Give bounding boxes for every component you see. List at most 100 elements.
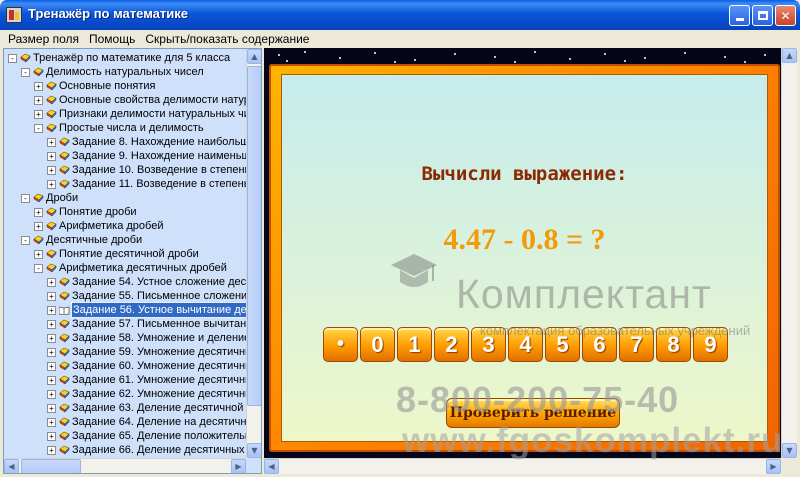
tree-item[interactable]: + Признаки делимости натуральных чисел (4, 107, 261, 121)
tree-item[interactable]: + Понятие десятичной дроби (4, 247, 247, 261)
key-digit[interactable]: 6 (582, 327, 617, 362)
check-solution-button[interactable]: Проверить решение (446, 398, 620, 428)
content-scroll-left-icon[interactable]: ◀ (264, 459, 279, 474)
tree-item[interactable]: - Простые числа и делимость (4, 121, 247, 135)
collapse-icon[interactable]: - (21, 194, 30, 203)
tree-item[interactable]: + Арифметика дробей (4, 219, 247, 233)
tree-item[interactable]: + Понятие дроби (4, 205, 247, 219)
expand-icon[interactable]: + (47, 404, 56, 413)
tree-item[interactable]: + Основные понятия (4, 79, 247, 93)
tree-item[interactable]: - Делимость натуральных чисел (4, 65, 247, 79)
menu-field-size[interactable]: Размер поля (3, 30, 84, 48)
expand-icon[interactable]: + (47, 376, 56, 385)
expand-icon[interactable]: + (47, 138, 56, 147)
tree-item[interactable]: + Задание 56. Устное вычитание десятичных… (4, 302, 261, 318)
content-vertical-scrollbar[interactable]: ▲ ▼ (781, 48, 797, 458)
scroll-left-icon[interactable]: ◀ (4, 459, 19, 473)
key-digit[interactable]: 7 (619, 327, 654, 362)
expand-icon[interactable]: + (34, 96, 43, 105)
minimize-button[interactable] (729, 5, 750, 26)
scroll-right-icon[interactable]: ▶ (231, 459, 246, 473)
collapse-icon[interactable]: - (8, 54, 17, 63)
key-digit[interactable]: 2 (434, 327, 469, 362)
expand-icon[interactable]: + (47, 418, 56, 427)
expand-icon[interactable]: + (47, 320, 56, 329)
tree-horizontal-thumb[interactable] (21, 459, 81, 473)
tree-vertical-thumb[interactable] (247, 66, 261, 406)
expand-icon[interactable]: + (34, 110, 43, 119)
tree-item[interactable]: + Задание 65. Деление положительных десят… (4, 429, 261, 443)
key-digit[interactable]: 9 (693, 327, 728, 362)
tree-item[interactable]: - Арифметика десятичных дробей (4, 261, 247, 275)
expand-icon[interactable]: + (47, 334, 56, 343)
collapse-icon[interactable]: - (34, 124, 43, 133)
book-icon (46, 81, 57, 91)
expand-icon[interactable]: + (47, 292, 56, 301)
expand-icon[interactable]: + (34, 222, 43, 231)
collapse-icon[interactable]: - (21, 68, 30, 77)
tree-item-label: Понятие десятичной дроби (59, 248, 199, 260)
expand-icon[interactable]: + (34, 208, 43, 217)
expand-icon[interactable]: + (47, 432, 56, 441)
tree-vertical-scrollbar[interactable]: ▲ ▼ (246, 49, 261, 458)
book-icon (33, 193, 44, 203)
key-digit[interactable]: 5 (545, 327, 580, 362)
expand-icon[interactable]: + (47, 362, 56, 371)
key-digit[interactable]: 0 (360, 327, 395, 362)
key-decimal-point[interactable]: • (323, 327, 358, 362)
book-icon (59, 389, 70, 399)
tree-item[interactable]: + Задание 59. Умножение десятичных дробей (4, 345, 261, 359)
tree-item[interactable]: - Тренажёр по математике для 5 класса (4, 51, 247, 65)
task-frame: Вычисли выражение: 4.47 - 0.8 = ? • 0 1 2 3 4… (269, 64, 780, 452)
expand-icon[interactable]: + (34, 250, 43, 259)
tree-item[interactable]: + Задание 61. Умножение десятичных дробей (4, 373, 261, 387)
expand-icon[interactable]: + (47, 446, 56, 455)
tree-item[interactable]: + Задание 55. Письменное сложение десятич… (4, 289, 261, 303)
maximize-button[interactable] (752, 5, 773, 26)
tree-item[interactable]: + Задание 66. Деление десятичных дробей (4, 443, 261, 457)
tree-item[interactable]: - Десятичные дроби (4, 233, 247, 247)
window-title: Тренажёр по математике (28, 6, 188, 21)
scroll-down-icon[interactable]: ▼ (247, 443, 261, 458)
menu-help[interactable]: Помощь (84, 30, 140, 48)
content-horizontal-scrollbar[interactable]: ◀ ▶ (264, 458, 781, 474)
expand-icon[interactable]: + (47, 152, 56, 161)
tree-item[interactable]: + Задание 60. Умножение десятичных дробей (4, 359, 261, 373)
tree-item[interactable]: + Основные свойства делимости натуральных… (4, 93, 261, 107)
expand-icon[interactable]: + (47, 390, 56, 399)
tree-item[interactable]: + Задание 8. Нахождение наибольшего общег… (4, 135, 261, 149)
tree-item[interactable]: + Задание 11. Возведение в степень (4, 177, 249, 191)
key-digit[interactable]: 3 (471, 327, 506, 362)
collapse-icon[interactable]: - (34, 264, 43, 273)
expand-icon[interactable]: + (47, 348, 56, 357)
expand-icon[interactable]: + (47, 166, 56, 175)
contents-tree[interactable]: - Тренажёр по математике для 5 класса - Дел… (3, 48, 262, 474)
content-scroll-down-icon[interactable]: ▼ (782, 443, 797, 458)
content-scroll-right-icon[interactable]: ▶ (766, 459, 781, 474)
tree-item[interactable]: + Задание 63. Деление десятичной дроби (4, 401, 261, 415)
book-icon (20, 53, 31, 63)
task-prompt: Вычисли выражение: (421, 163, 628, 185)
tree-item[interactable]: + Задание 10. Возведение в степень (4, 163, 250, 177)
tree-item[interactable]: + Задание 57. Письменное вычитание десяти… (4, 317, 261, 331)
tree-item[interactable]: + Задание 62. Умножение десятичных дробей (4, 387, 261, 401)
scroll-up-icon[interactable]: ▲ (247, 49, 261, 64)
expand-icon[interactable]: + (47, 278, 56, 287)
key-digit[interactable]: 1 (397, 327, 432, 362)
menu-toggle-contents[interactable]: Скрыть/показать содержание (140, 30, 314, 48)
expand-icon[interactable]: + (47, 180, 56, 189)
tree-item[interactable]: + Задание 54. Устное сложение десятичных … (4, 275, 261, 289)
content-scroll-up-icon[interactable]: ▲ (782, 48, 797, 63)
collapse-icon[interactable]: - (21, 236, 30, 245)
tree-item[interactable]: + Задание 58. Умножение и деление на 10, … (4, 331, 261, 345)
title-bar[interactable]: Тренажёр по математике ✕ (0, 0, 800, 30)
key-digit[interactable]: 4 (508, 327, 543, 362)
close-button[interactable]: ✕ (775, 5, 796, 26)
key-digit[interactable]: 8 (656, 327, 691, 362)
tree-horizontal-scrollbar[interactable]: ◀ ▶ (4, 458, 246, 473)
tree-item[interactable]: + Задание 9. Нахождение наименьшего общег… (4, 149, 261, 163)
expand-icon[interactable]: + (34, 82, 43, 91)
tree-item[interactable]: + Задание 64. Деление на десятичную дробь (4, 415, 261, 429)
tree-item[interactable]: - Дроби (4, 191, 247, 205)
expand-icon[interactable]: + (47, 306, 56, 315)
